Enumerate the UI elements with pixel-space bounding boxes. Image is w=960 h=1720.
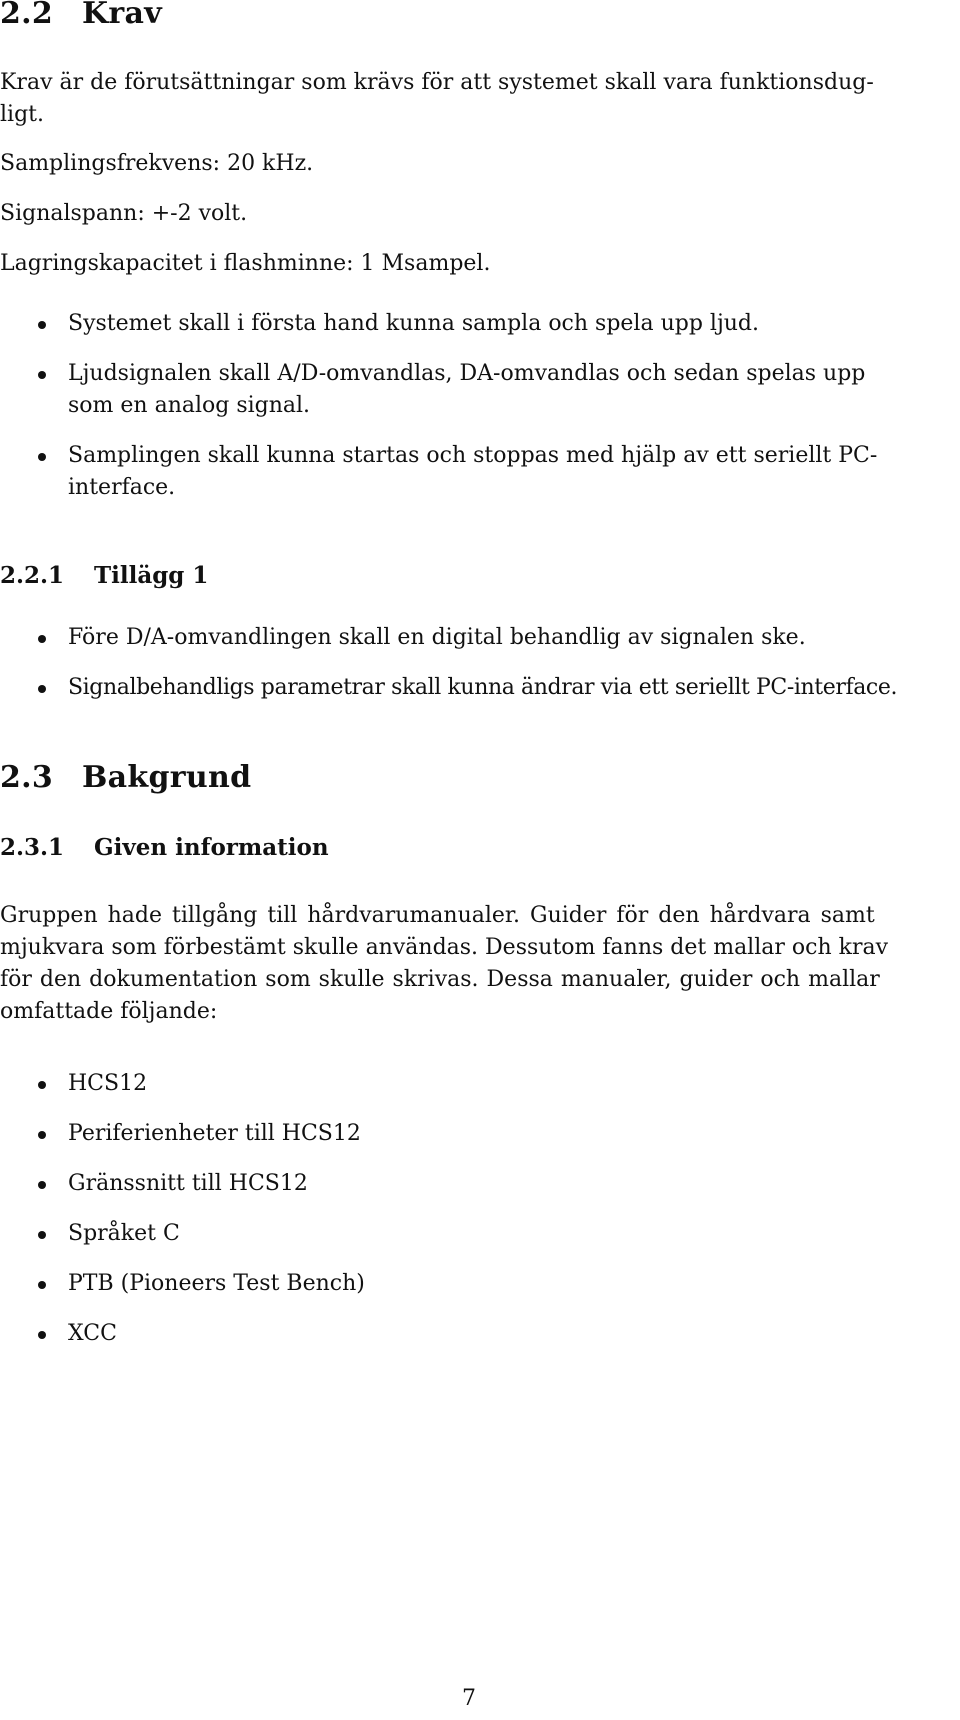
list-item-text: XCC xyxy=(68,1321,117,1346)
list-item: PTB (Pioneers Test Bench) xyxy=(38,1268,938,1300)
list-item-text: Språket C xyxy=(68,1221,180,1246)
spec-signal-span: Signalspann: +-2 volt. xyxy=(0,201,248,226)
list-item: Språket C xyxy=(38,1218,938,1250)
list-item-text-continued: interface. xyxy=(68,475,176,500)
intro-line-1: Krav är de förutsättningar som krävs för… xyxy=(0,70,874,95)
subsection-title: Tillägg 1 xyxy=(94,562,209,589)
spec-sampling-frequency: Samplingsfrekvens: 20 kHz. xyxy=(0,151,314,176)
list-item-text: HCS12 xyxy=(68,1071,148,1096)
subsection-number: 2.2.1 xyxy=(0,562,65,589)
list-item: Signalbehandligs parametrar skall kunna … xyxy=(38,672,938,704)
section-title: Krav xyxy=(82,0,162,31)
paragraph-line-2: mjukvara som förbestämt skulle användas.… xyxy=(0,935,889,960)
document-page: 2.2 Krav Krav är de förutsättningar som k… xyxy=(0,0,960,1720)
bullet-icon xyxy=(38,635,46,643)
list-item: Gränssnitt till HCS12 xyxy=(38,1168,938,1200)
section-heading-krav: 2.2 Krav xyxy=(0,0,162,31)
list-item-text: Periferienheter till HCS12 xyxy=(68,1121,361,1146)
list-item: Ljudsignalen skall A/D-omvandlas, DA-omv… xyxy=(38,358,938,422)
list-item: XCC xyxy=(38,1318,938,1350)
section-title: Bakgrund xyxy=(82,760,252,795)
subsection-heading-tillagg: 2.2.1 Tillägg 1 xyxy=(0,562,208,589)
bullet-icon xyxy=(38,321,46,329)
bullet-icon xyxy=(38,1081,46,1089)
paragraph-line-3: för den dokumentation som skulle skrivas… xyxy=(0,967,880,992)
list-item: Före D/A-omvandlingen skall en digital b… xyxy=(38,622,938,654)
list-item: Systemet skall i första hand kunna sampl… xyxy=(38,308,938,340)
list-item: HCS12 xyxy=(38,1068,938,1100)
subsection-number: 2.3.1 xyxy=(0,834,65,861)
bullet-icon xyxy=(38,1331,46,1339)
list-item-text: Gränssnitt till HCS12 xyxy=(68,1171,308,1196)
paragraph-line-4: omfattade följande: xyxy=(0,999,218,1024)
bullet-icon xyxy=(38,1231,46,1239)
list-item-text: Signalbehandligs parametrar skall kunna … xyxy=(68,675,898,700)
list-item: Periferienheter till HCS12 xyxy=(38,1118,938,1150)
bullet-icon xyxy=(38,453,46,461)
section-heading-bakgrund: 2.3 Bakgrund xyxy=(0,760,251,795)
subsection-title: Given information xyxy=(94,834,329,861)
section-number: 2.3 xyxy=(0,760,54,795)
bullet-icon xyxy=(38,685,46,693)
bullet-icon xyxy=(38,371,46,379)
subsection-heading-given-information: 2.3.1 Given information xyxy=(0,834,329,861)
list-item-text: Samplingen skall kunna startas och stopp… xyxy=(68,443,878,468)
intro-line-2: ligt. xyxy=(0,102,44,127)
spec-storage-capacity: Lagringskapacitet i flashminne: 1 Msampe… xyxy=(0,251,491,276)
page-number: 7 xyxy=(462,1686,476,1711)
bullet-icon xyxy=(38,1131,46,1139)
section-number: 2.2 xyxy=(0,0,54,31)
list-item-text: PTB (Pioneers Test Bench) xyxy=(68,1271,365,1296)
list-item-text-continued: som en analog signal. xyxy=(68,393,311,418)
list-item: Samplingen skall kunna startas och stopp… xyxy=(38,440,938,504)
paragraph-line-1: Gruppen hade tillgång till hårdvarumanua… xyxy=(0,903,875,928)
bullet-icon xyxy=(38,1281,46,1289)
list-item-text: Ljudsignalen skall A/D-omvandlas, DA-omv… xyxy=(68,361,866,386)
list-item-text: Systemet skall i första hand kunna sampl… xyxy=(68,311,760,336)
list-item-text: Före D/A-omvandlingen skall en digital b… xyxy=(68,625,806,650)
bullet-icon xyxy=(38,1181,46,1189)
